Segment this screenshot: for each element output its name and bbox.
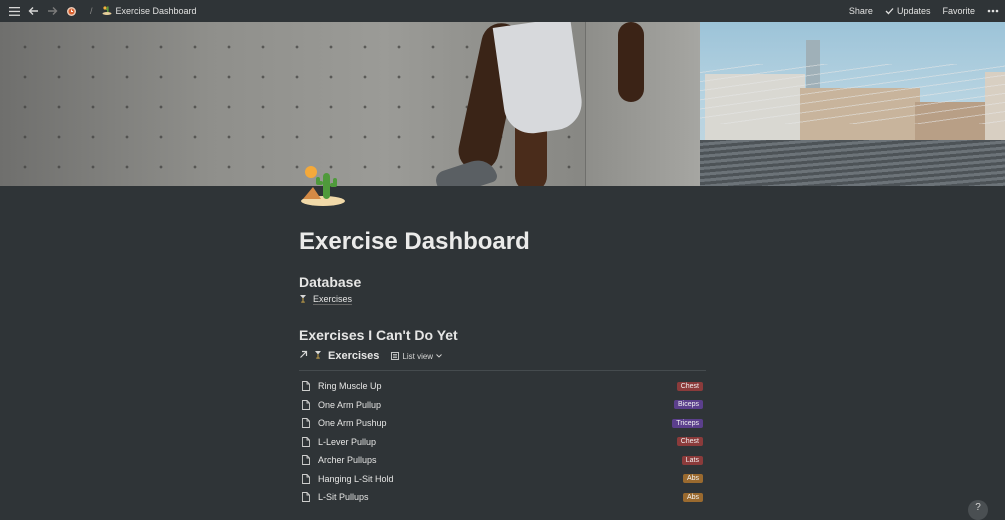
linked-view-header: Exercises List view: [299, 350, 706, 362]
page-icon: [302, 436, 312, 448]
help-button[interactable]: ?: [968, 500, 988, 520]
database-heading: Database: [299, 274, 362, 290]
list-item-name: One Arm Pushup: [318, 418, 387, 429]
page-icon: [302, 399, 312, 411]
breadcrumb-separator: /: [90, 6, 93, 16]
page-title[interactable]: Exercise Dashboard: [299, 228, 530, 256]
exercise-list: Ring Muscle Up Chest One Arm Pullup Biceps O…: [299, 377, 706, 507]
cactus-desert-icon: [102, 5, 112, 17]
page-icon: [302, 473, 312, 485]
muscle-tag: Triceps: [672, 418, 703, 428]
breadcrumb-title: Exercise Dashboard: [115, 6, 197, 16]
page-icon: [302, 380, 312, 392]
list-item-name: L-Sit Pullups: [318, 492, 369, 503]
updates-label: Updates: [896, 6, 931, 16]
favorite-button[interactable]: Favorite: [942, 6, 975, 16]
list-item[interactable]: One Arm Pullup Biceps: [299, 396, 706, 415]
check-icon: [885, 8, 894, 15]
updates-button[interactable]: Updates: [885, 6, 931, 16]
list-item[interactable]: One Arm Pushup Triceps: [299, 414, 706, 433]
more-dots-icon[interactable]: [987, 9, 999, 13]
list-view-icon: [391, 352, 400, 360]
view-switcher-label: List view: [402, 351, 434, 361]
muscle-tag: Biceps: [673, 400, 703, 410]
cactus-desert-icon: [301, 166, 345, 206]
page-icon: [302, 491, 312, 503]
page-icon: [302, 417, 312, 429]
dumbbell-icon: [299, 294, 307, 305]
arrow-left-icon[interactable]: [27, 5, 39, 17]
muscle-tag: Chest: [676, 381, 703, 391]
list-item-name: Archer Pullups: [318, 455, 377, 466]
arrow-up-right-icon[interactable]: [299, 350, 308, 362]
arrow-right-icon[interactable]: [46, 5, 58, 17]
muscle-tag: Abs: [682, 492, 703, 502]
list-item[interactable]: L-Sit Pullups Abs: [299, 488, 706, 507]
view-switcher[interactable]: List view: [391, 352, 442, 361]
share-button[interactable]: Share: [849, 6, 873, 16]
menu-icon[interactable]: [8, 5, 20, 17]
cover-image[interactable]: [0, 22, 1005, 186]
list-item[interactable]: Archer Pullups Lats: [299, 451, 706, 470]
list-item-name: L-Lever Pullup: [318, 436, 377, 447]
cant-do-heading: Exercises I Can't Do Yet: [299, 327, 458, 343]
database-link-label: Exercises: [313, 294, 353, 305]
list-item-name: Ring Muscle Up: [318, 381, 382, 392]
chevron-down-icon: [436, 354, 442, 358]
muscle-tag: Chest: [676, 437, 703, 447]
page-icon: [302, 454, 312, 466]
dumbbell-icon: [314, 350, 322, 362]
page-icon[interactable]: [299, 163, 347, 207]
list-item-name: Hanging L-Sit Hold: [318, 473, 394, 484]
list-item[interactable]: L-Lever Pullup Chest: [299, 433, 706, 452]
list-item[interactable]: Ring Muscle Up Chest: [299, 377, 706, 396]
top-bar: / Exercise Dashboard Share Updates Favor…: [0, 0, 1005, 22]
divider: [299, 370, 706, 371]
muscle-tag: Abs: [682, 474, 703, 484]
clock-icon[interactable]: [65, 5, 77, 17]
list-item[interactable]: Hanging L-Sit Hold Abs: [299, 470, 706, 489]
database-link[interactable]: Exercises: [299, 294, 353, 305]
muscle-tag: Lats: [681, 455, 703, 465]
breadcrumb[interactable]: Exercise Dashboard: [102, 5, 197, 17]
linked-view-title[interactable]: Exercises: [328, 350, 379, 362]
list-item-name: One Arm Pullup: [318, 399, 382, 410]
